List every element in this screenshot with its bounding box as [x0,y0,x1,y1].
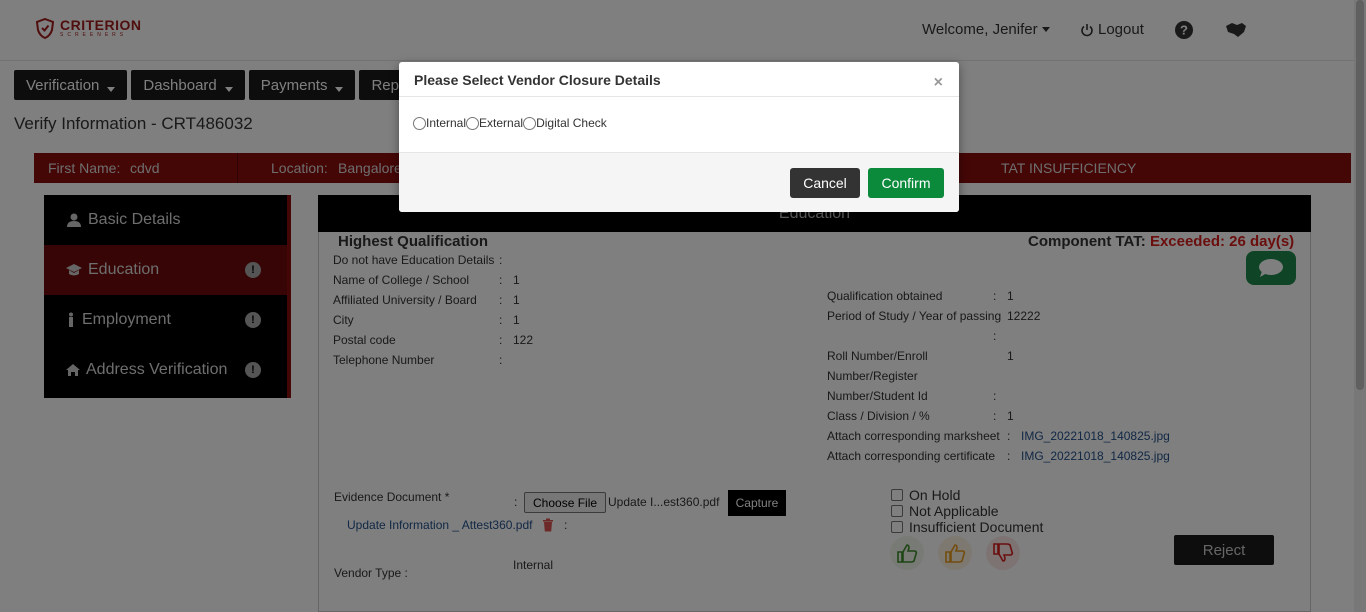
vendor-type-radio-group: Internal External Digital Check [413,115,607,130]
radio-internal[interactable] [413,117,426,130]
confirm-button[interactable]: Confirm [868,168,944,198]
radio-digital-check[interactable] [523,117,537,130]
modal-footer: Cancel Confirm [399,152,959,212]
vendor-closure-modal: Please Select Vendor Closure Details × I… [399,62,959,212]
divider [399,96,959,97]
modal-title: Please Select Vendor Closure Details [414,72,661,88]
radio-label-digital-check: Digital Check [536,115,607,130]
radio-label-internal: Internal [426,115,467,130]
close-icon[interactable]: × [934,74,943,92]
radio-label-external: External [479,115,524,130]
cancel-button[interactable]: Cancel [790,168,860,198]
radio-external[interactable] [466,117,480,130]
